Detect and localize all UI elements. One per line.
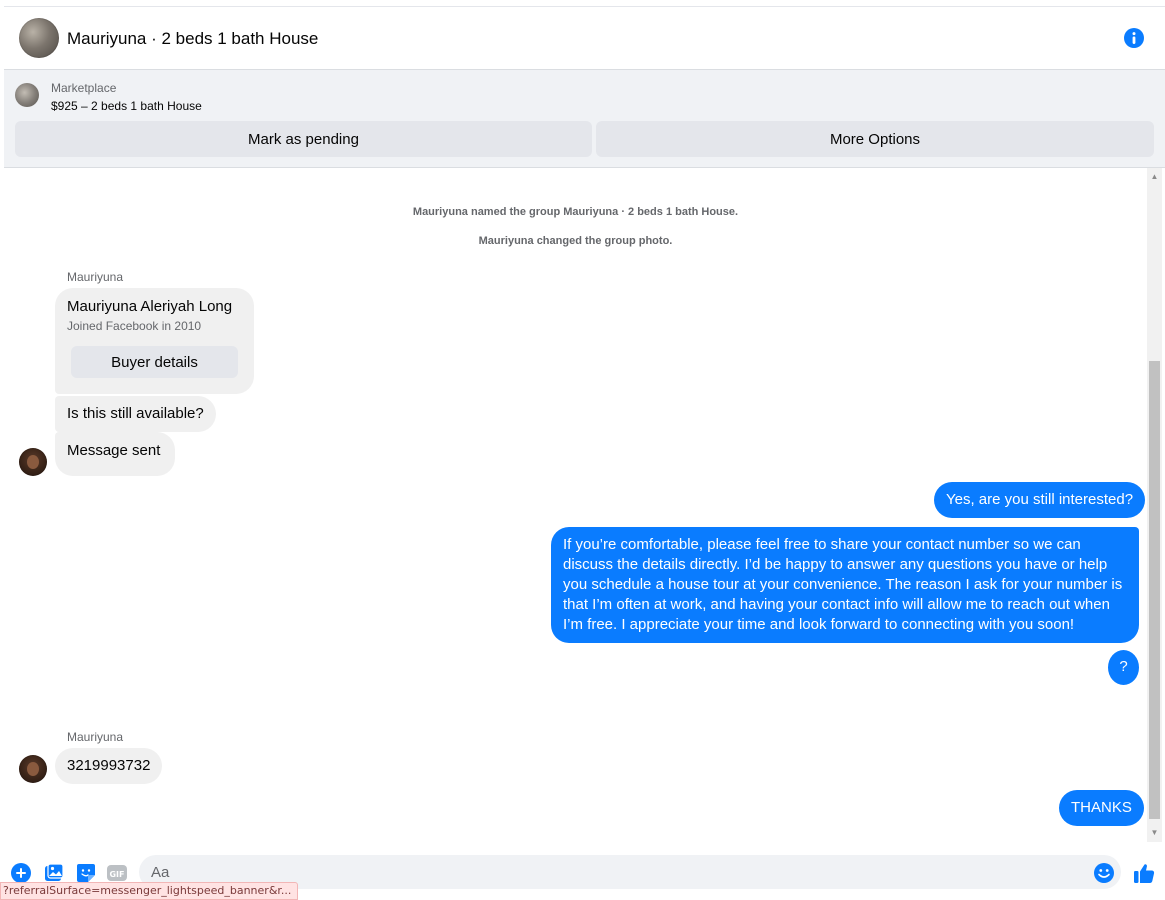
sender-name: Mauriyuna xyxy=(67,270,124,284)
conversation-title[interactable]: Mauriyuna · 2 beds 1 bath House xyxy=(67,29,318,49)
marketplace-listing-banner: Marketplace $925 – 2 beds 1 bath House M… xyxy=(4,70,1165,168)
plus-icon[interactable] xyxy=(11,863,31,883)
outgoing-message[interactable]: Yes, are you still interested? xyxy=(934,482,1146,518)
buyer-profile-card: Mauriyuna Aleriyah Long Joined Facebook … xyxy=(55,288,254,394)
group-avatar[interactable] xyxy=(19,18,59,58)
thumbs-up-icon[interactable] xyxy=(1133,862,1155,884)
buyer-details-button[interactable]: Buyer details xyxy=(71,346,238,378)
info-icon[interactable] xyxy=(1124,28,1144,48)
sender-avatar[interactable] xyxy=(19,448,47,476)
sender-avatar[interactable] xyxy=(19,755,47,783)
thread-scrollbar[interactable]: ▲ ▼ xyxy=(1147,168,1162,842)
scroll-thumb[interactable] xyxy=(1149,361,1160,819)
system-message: Mauriyuna changed the group photo. xyxy=(478,235,673,247)
messenger-window: Mauriyuna · 2 beds 1 bath House Marketpl… xyxy=(0,0,1165,900)
buyer-name: Mauriyuna Aleriyah Long xyxy=(67,298,233,315)
sticker-icon[interactable] xyxy=(76,863,96,883)
mark-as-pending-button[interactable]: Mark as pending xyxy=(15,121,592,157)
scroll-down-icon[interactable]: ▼ xyxy=(1147,826,1162,840)
conversation-header: Mauriyuna · 2 beds 1 bath House xyxy=(4,6,1165,70)
emoji-icon[interactable] xyxy=(1094,863,1114,883)
scroll-up-icon[interactable]: ▲ xyxy=(1147,170,1162,184)
listing-source: Marketplace xyxy=(51,81,117,95)
buyer-joined-date: Joined Facebook in 2010 xyxy=(67,319,202,333)
listing-title[interactable]: $925 – 2 beds 1 bath House xyxy=(51,99,202,113)
gif-label: GIF xyxy=(109,870,124,879)
system-message: Mauriyuna named the group Mauriyuna · 2 … xyxy=(412,206,739,218)
sender-name: Mauriyuna xyxy=(67,730,124,744)
gif-icon[interactable]: GIF xyxy=(107,863,127,883)
incoming-message[interactable]: Is this still available? xyxy=(55,396,216,432)
outgoing-message[interactable]: ? xyxy=(1108,650,1139,685)
message-thread: Mauriyuna named the group Mauriyuna · 2 … xyxy=(4,168,1147,848)
outgoing-message[interactable]: THANKS xyxy=(1059,790,1144,826)
more-options-button[interactable]: More Options xyxy=(596,121,1154,157)
outgoing-message[interactable]: If you’re comfortable, please feel free … xyxy=(551,527,1139,643)
incoming-message[interactable]: 3219993732 xyxy=(55,748,163,784)
photo-icon[interactable] xyxy=(44,863,64,883)
incoming-message[interactable]: Message sent xyxy=(55,432,175,476)
status-bar-url: ?referralSurface=messenger_lightspeed_ba… xyxy=(0,882,299,900)
listing-thumbnail[interactable] xyxy=(15,83,39,107)
